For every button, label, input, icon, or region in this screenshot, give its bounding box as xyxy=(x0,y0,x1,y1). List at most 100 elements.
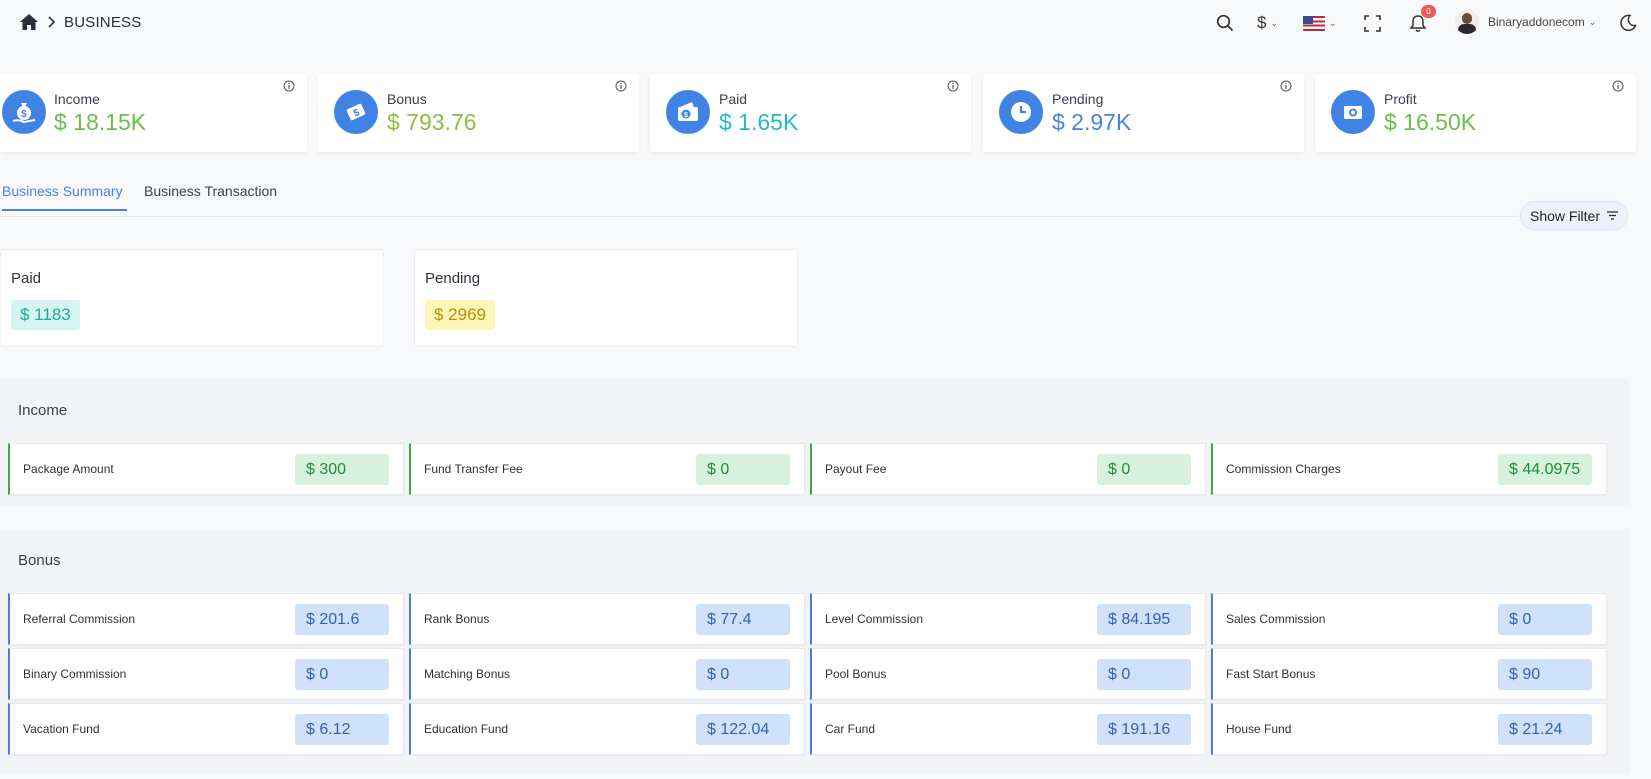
stat-label: Pending xyxy=(1052,91,1104,107)
tab-business-transaction[interactable]: Business Transaction xyxy=(144,183,277,209)
row-value: $ 300 xyxy=(295,454,389,485)
stat-value: $ 18.15K xyxy=(54,109,147,135)
bonus-row: Car Fund $ 191.16 xyxy=(810,703,1206,755)
us-flag-icon xyxy=(1303,15,1325,31)
chevron-down-icon: ⌄ xyxy=(1270,17,1279,28)
row-label: Rank Bonus xyxy=(424,612,490,626)
row-label: Level Commission xyxy=(825,612,924,626)
info-icon[interactable] xyxy=(1612,80,1624,92)
summary-label: Pending xyxy=(425,270,481,287)
row-label: Binary Commission xyxy=(23,667,127,681)
row-value: $ 84.195 xyxy=(1097,604,1191,635)
stat-value: $ 2.97K xyxy=(1052,109,1132,135)
row-label: Fast Start Bonus xyxy=(1226,667,1316,681)
row-value: $ 0 xyxy=(696,659,790,690)
show-filter-label: Show Filter xyxy=(1529,207,1601,224)
summary-card-paid: Paid $ 1183 xyxy=(0,249,384,347)
breadcrumb-current: BUSINESS xyxy=(64,14,142,31)
row-value: $ 90 xyxy=(1498,659,1592,690)
user-menu[interactable]: Binaryaddonecom ⌄ xyxy=(1455,10,1596,34)
bonus-row: Level Commission $ 84.195 xyxy=(810,593,1206,645)
home-icon[interactable] xyxy=(19,13,39,31)
info-icon[interactable] xyxy=(947,80,959,92)
row-value: $ 6.12 xyxy=(295,714,389,745)
stat-card-profit: Profit $ 16.50K xyxy=(1315,74,1636,152)
summary-card-pending: Pending $ 2969 xyxy=(414,249,798,347)
stat-card-paid: $ Paid $ 1.65K xyxy=(650,74,971,152)
clock-icon xyxy=(999,90,1043,134)
bonus-row: Education Fund $ 122.04 xyxy=(409,703,805,755)
info-icon[interactable] xyxy=(283,80,295,92)
summary-value: $ 1183 xyxy=(11,300,80,330)
row-value: $ 0 xyxy=(295,659,389,690)
stat-value: $ 1.65K xyxy=(719,109,799,135)
income-row: Package Amount $ 300 xyxy=(8,443,404,495)
row-value: $ 122.04 xyxy=(696,714,790,745)
income-section: Income Package Amount $ 300 Fund Transfe… xyxy=(0,379,1629,506)
notifications-button[interactable]: 0 xyxy=(1409,5,1436,34)
row-label: Matching Bonus xyxy=(424,667,511,681)
row-value: $ 0 xyxy=(1097,454,1191,485)
row-value: $ 44.0975 xyxy=(1498,454,1592,485)
bonus-row: Sales Commission $ 0 xyxy=(1211,593,1607,645)
bonus-row: House Fund $ 21.24 xyxy=(1211,703,1607,755)
summary-label: Paid xyxy=(11,270,42,287)
row-label: House Fund xyxy=(1226,722,1292,736)
filter-icon xyxy=(1607,211,1619,220)
fullscreen-button[interactable] xyxy=(1364,12,1381,34)
moon-icon xyxy=(1620,14,1637,32)
notification-badge: 0 xyxy=(1421,5,1436,18)
bonus-row: Vacation Fund $ 6.12 xyxy=(8,703,404,755)
stat-value: $ 16.50K xyxy=(1384,109,1477,135)
username: Binaryaddonecom xyxy=(1488,15,1585,29)
chevron-right-icon xyxy=(48,16,56,28)
svg-text:$: $ xyxy=(21,109,27,120)
show-filter-button[interactable]: Show Filter xyxy=(1520,201,1628,230)
bonus-row: Binary Commission $ 0 xyxy=(8,648,404,700)
section-title: Income xyxy=(18,402,68,419)
chevron-down-icon: ⌄ xyxy=(1329,17,1337,28)
row-value: $ 0 xyxy=(1498,604,1592,635)
currency-symbol: $ xyxy=(1257,13,1267,32)
stat-label: Income xyxy=(54,91,100,107)
row-label: Sales Commission xyxy=(1226,612,1326,626)
bonus-row: Fast Start Bonus $ 90 xyxy=(1211,648,1607,700)
stat-label: Bonus xyxy=(387,91,427,107)
row-label: Education Fund xyxy=(424,722,509,736)
info-icon[interactable] xyxy=(615,80,627,92)
row-label: Vacation Fund xyxy=(23,722,100,736)
row-value: $ 191.16 xyxy=(1097,714,1191,745)
row-label: Fund Transfer Fee xyxy=(424,462,523,476)
search-button[interactable] xyxy=(1216,12,1234,34)
theme-toggle[interactable] xyxy=(1619,12,1637,34)
row-label: Package Amount xyxy=(23,462,114,476)
money-icon xyxy=(1331,90,1375,134)
section-title: Bonus xyxy=(18,552,61,569)
info-icon[interactable] xyxy=(1280,80,1292,92)
row-label: Car Fund xyxy=(825,722,876,736)
row-value: $ 0 xyxy=(696,454,790,485)
income-row: Fund Transfer Fee $ 0 xyxy=(409,443,805,495)
income-row: Commission Charges $ 44.0975 xyxy=(1211,443,1607,495)
language-selector[interactable]: ⌄ xyxy=(1303,12,1337,34)
cash-bill-icon: $ xyxy=(334,90,378,134)
search-icon xyxy=(1216,14,1234,32)
fullscreen-icon xyxy=(1364,14,1381,32)
top-bar: BUSINESS $ ⌄ ⌄ 0 Binaryaddonecom ⌄ xyxy=(0,0,1651,46)
row-value: $ 21.24 xyxy=(1498,714,1592,745)
stat-value: $ 793.76 xyxy=(387,109,477,135)
row-label: Commission Charges xyxy=(1226,462,1341,476)
stat-label: Profit xyxy=(1384,91,1417,107)
money-bag-icon: $ xyxy=(2,90,46,134)
stat-card-bonus: $ Bonus $ 793.76 xyxy=(318,74,639,152)
row-label: Pool Bonus xyxy=(825,667,887,681)
stat-card-income: $ Income $ 18.15K xyxy=(0,74,307,152)
tab-business-summary[interactable]: Business Summary xyxy=(2,183,127,211)
row-value: $ 77.4 xyxy=(696,604,790,635)
bonus-row: Matching Bonus $ 0 xyxy=(409,648,805,700)
row-label: Referral Commission xyxy=(23,612,136,626)
row-label: Payout Fee xyxy=(825,462,887,476)
bonus-section: Bonus Referral Commission $ 201.6 Rank B… xyxy=(0,529,1629,774)
tab-bar: Business Summary Business Transaction xyxy=(0,175,1625,217)
currency-selector[interactable]: $ ⌄ xyxy=(1257,12,1278,34)
